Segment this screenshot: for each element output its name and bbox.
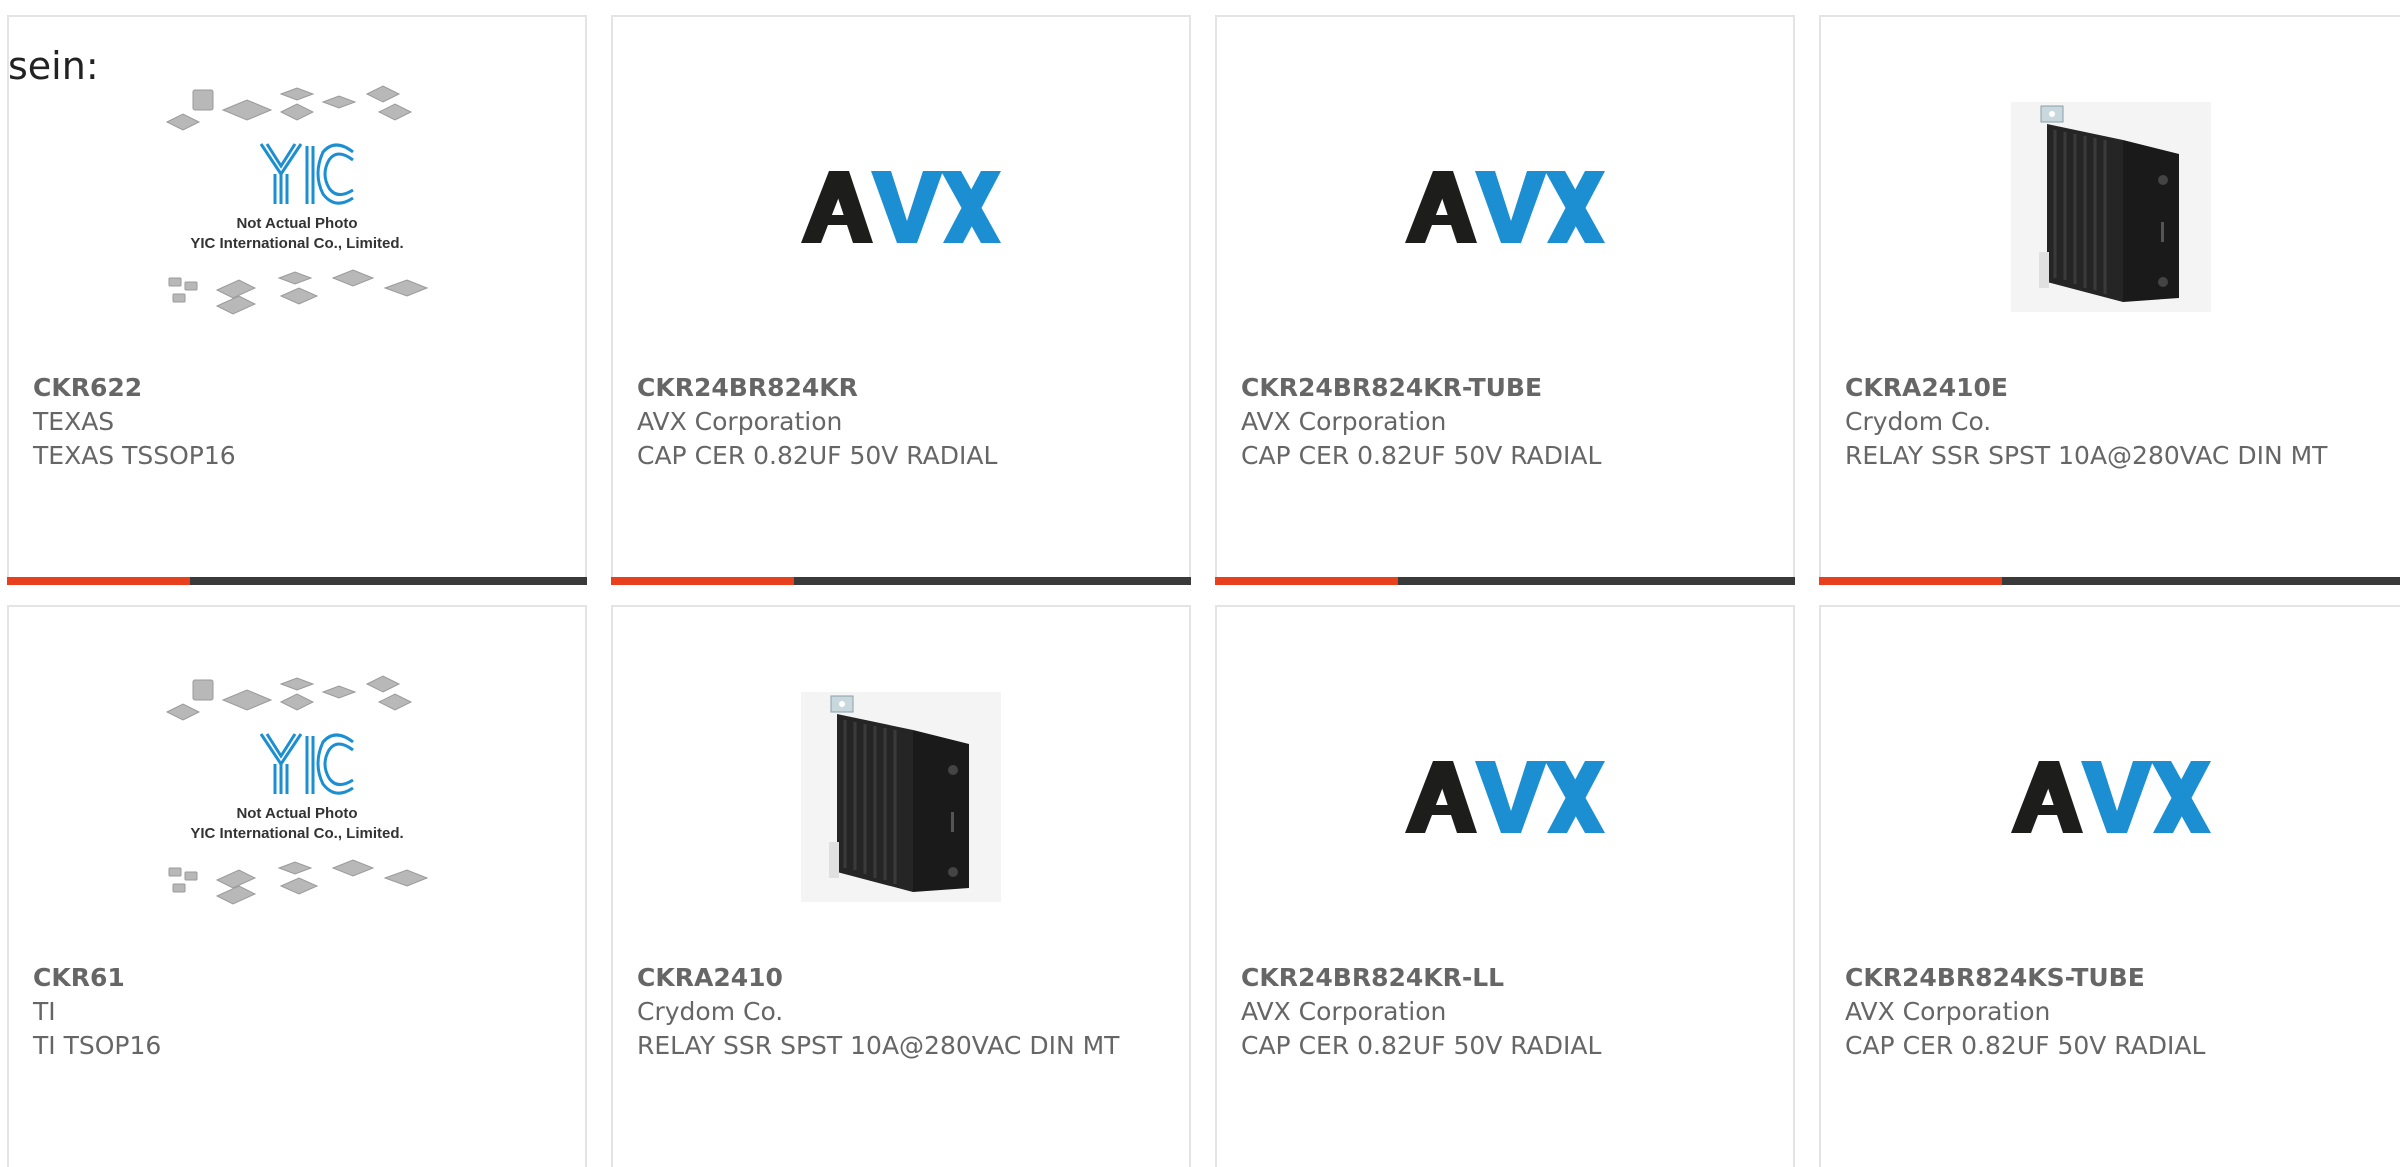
product-image[interactable] bbox=[1821, 57, 2400, 357]
part-number-link[interactable]: CKR24BR824KR bbox=[637, 371, 1173, 405]
product-card[interactable]: CKRA2410 Crydom Co. RELAY SSR SPST 10A@2… bbox=[611, 605, 1191, 1167]
avx-logo-icon bbox=[2010, 761, 2211, 833]
product-info: CKR24BR824KR-TUBE AVX Corporation CAP CE… bbox=[1241, 371, 1777, 473]
product-info: CKR24BR824KR-LL AVX Corporation CAP CER … bbox=[1241, 961, 1777, 1063]
yic-placeholder-icon: Not Actual Photo YIC International Co., … bbox=[165, 85, 429, 315]
product-card[interactable]: CKRA2410E Crydom Co. RELAY SSR SPST 10A@… bbox=[1819, 15, 2400, 585]
product-grid: Not Actual Photo YIC International Co., … bbox=[0, 0, 2400, 1167]
part-number-link[interactable]: CKRA2410 bbox=[637, 961, 1173, 995]
product-card[interactable]: CKR24BR824KR-LL AVX Corporation CAP CER … bbox=[1215, 605, 1795, 1167]
svg-text:Not Actual Photo: Not Actual Photo bbox=[236, 805, 357, 822]
accent-bar-dark bbox=[190, 577, 587, 585]
product-image[interactable] bbox=[613, 647, 1189, 947]
product-info: CKR24BR824KS-TUBE AVX Corporation CAP CE… bbox=[1845, 961, 2384, 1063]
yic-placeholder-icon: Not Actual Photo YIC International Co., … bbox=[165, 675, 429, 905]
manufacturer-label: AVX Corporation bbox=[637, 407, 843, 436]
accent-bar-orange bbox=[611, 577, 794, 585]
svg-text:YIC International Co., Limited: YIC International Co., Limited. bbox=[190, 235, 403, 252]
part-number-link[interactable]: CKR24BR824KR-TUBE bbox=[1241, 371, 1777, 405]
part-number-link[interactable]: CKR24BR824KS-TUBE bbox=[1845, 961, 2384, 995]
product-info: CKRA2410E Crydom Co. RELAY SSR SPST 10A@… bbox=[1845, 371, 2384, 473]
product-image[interactable] bbox=[1821, 647, 2400, 947]
product-image[interactable] bbox=[1217, 57, 1793, 357]
product-card[interactable]: CKR24BR824KS-TUBE AVX Corporation CAP CE… bbox=[1819, 605, 2400, 1167]
manufacturer-label: Crydom Co. bbox=[637, 997, 784, 1026]
product-info: CKR24BR824KR AVX Corporation CAP CER 0.8… bbox=[637, 371, 1173, 473]
product-image[interactable] bbox=[1217, 647, 1793, 947]
accent-bar-dark bbox=[794, 577, 1191, 585]
product-card[interactable]: Not Actual Photo YIC International Co., … bbox=[7, 15, 587, 585]
product-info: CKR61 TI TI TSOP16 bbox=[33, 961, 569, 1063]
manufacturer-label: AVX Corporation bbox=[1845, 997, 2051, 1026]
description-label: RELAY SSR SPST 10A@280VAC DIN MT bbox=[637, 1031, 1120, 1060]
description-label: TEXAS TSSOP16 bbox=[33, 441, 236, 470]
description-label: RELAY SSR SPST 10A@280VAC DIN MT bbox=[1845, 441, 2328, 470]
description-label: CAP CER 0.82UF 50V RADIAL bbox=[1241, 1031, 1602, 1060]
part-number-link[interactable]: CKR24BR824KR-LL bbox=[1241, 961, 1777, 995]
avx-logo-icon bbox=[1405, 171, 1605, 243]
stray-text: sein: bbox=[8, 44, 99, 88]
manufacturer-label: AVX Corporation bbox=[1241, 997, 1447, 1026]
svg-text:Not Actual Photo: Not Actual Photo bbox=[236, 215, 357, 232]
product-image[interactable] bbox=[613, 57, 1189, 357]
card-accent-bar bbox=[611, 577, 1191, 585]
accent-bar-dark bbox=[2002, 577, 2400, 585]
manufacturer-label: TEXAS bbox=[33, 407, 115, 436]
product-image[interactable]: Not Actual Photo YIC International Co., … bbox=[9, 647, 585, 947]
part-number-link[interactable]: CKR622 bbox=[33, 371, 569, 405]
description-label: TI TSOP16 bbox=[33, 1031, 162, 1060]
card-accent-bar bbox=[7, 577, 587, 585]
manufacturer-label: AVX Corporation bbox=[1241, 407, 1447, 436]
accent-bar-orange bbox=[7, 577, 190, 585]
svg-text:YIC International Co., Limited: YIC International Co., Limited. bbox=[190, 825, 403, 842]
description-label: CAP CER 0.82UF 50V RADIAL bbox=[1845, 1031, 2206, 1060]
accent-bar-dark bbox=[1398, 577, 1795, 585]
part-number-link[interactable]: CKR61 bbox=[33, 961, 569, 995]
card-accent-bar bbox=[1819, 577, 2400, 585]
product-info: CKR622 TEXAS TEXAS TSSOP16 bbox=[33, 371, 569, 473]
description-label: CAP CER 0.82UF 50V RADIAL bbox=[637, 441, 998, 470]
manufacturer-label: TI bbox=[33, 997, 56, 1026]
accent-bar-orange bbox=[1215, 577, 1398, 585]
avx-logo-icon bbox=[801, 171, 1001, 243]
accent-bar-orange bbox=[1819, 577, 2002, 585]
manufacturer-label: Crydom Co. bbox=[1845, 407, 1992, 436]
product-card[interactable]: CKR24BR824KR-TUBE AVX Corporation CAP CE… bbox=[1215, 15, 1795, 585]
relay-photo-icon bbox=[801, 692, 1001, 902]
card-accent-bar bbox=[1215, 577, 1795, 585]
relay-photo-icon bbox=[2010, 102, 2211, 312]
description-label: CAP CER 0.82UF 50V RADIAL bbox=[1241, 441, 1602, 470]
product-image[interactable]: Not Actual Photo YIC International Co., … bbox=[9, 57, 585, 357]
avx-logo-icon bbox=[1405, 761, 1605, 833]
product-info: CKRA2410 Crydom Co. RELAY SSR SPST 10A@2… bbox=[637, 961, 1173, 1063]
product-card[interactable]: CKR24BR824KR AVX Corporation CAP CER 0.8… bbox=[611, 15, 1191, 585]
product-card[interactable]: Not Actual Photo YIC International Co., … bbox=[7, 605, 587, 1167]
part-number-link[interactable]: CKRA2410E bbox=[1845, 371, 2384, 405]
